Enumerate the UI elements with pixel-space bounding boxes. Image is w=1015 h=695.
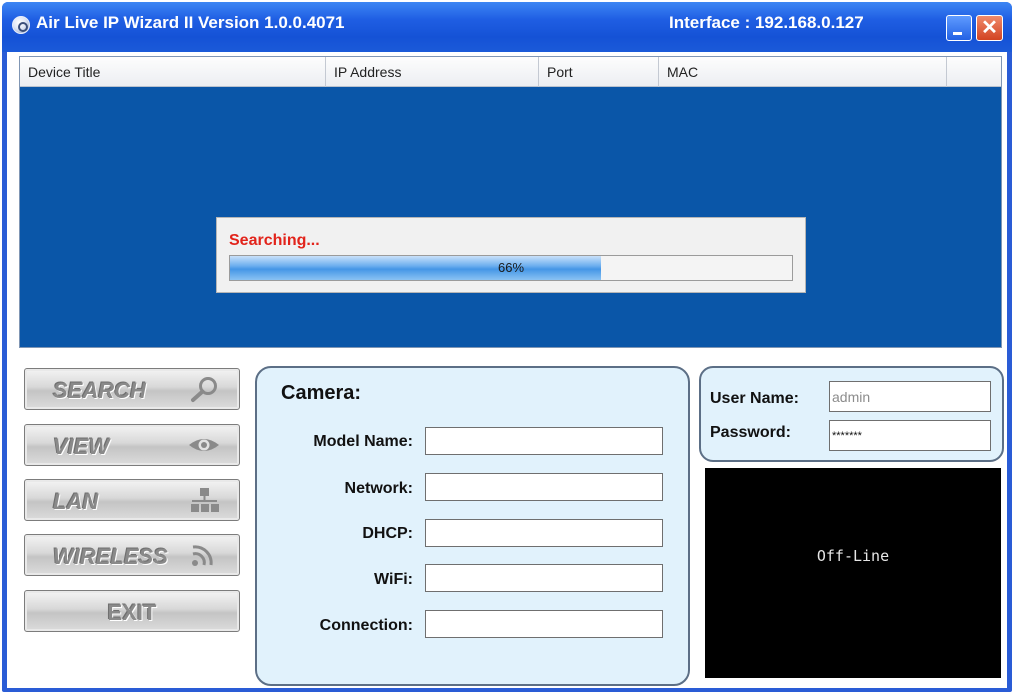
search-status-text: Searching... [229, 232, 320, 249]
password-input[interactable] [829, 420, 991, 451]
network-label: Network: [344, 480, 413, 497]
column-device-title[interactable]: Device Title [20, 57, 326, 87]
model-name-label: Model Name: [313, 433, 413, 450]
search-progress-bar: 66% [229, 255, 793, 281]
wifi-field[interactable] [425, 564, 663, 592]
wifi-signal-icon [192, 545, 213, 566]
connection-field[interactable] [425, 610, 663, 638]
title-bar[interactable]: Air Live IP Wizard II Version 1.0.0.4071… [2, 2, 1012, 52]
model-name-field[interactable] [425, 427, 663, 455]
progress-percent: 66% [497, 260, 525, 275]
interface-address: Interface : 192.168.0.127 [669, 13, 864, 32]
wireless-button[interactable]: WIRELESS [24, 534, 240, 576]
camera-lens-icon [12, 16, 30, 34]
close-icon: ✕ [981, 17, 998, 39]
video-preview: Off-Line [705, 468, 1001, 678]
column-ip-address[interactable]: IP Address [326, 57, 539, 87]
device-list[interactable]: Device Title IP Address Port MAC Searchi… [19, 56, 1002, 348]
wifi-label: WiFi: [374, 571, 413, 588]
exit-button[interactable]: EXIT [24, 590, 240, 632]
device-list-header: Device Title IP Address Port MAC [20, 57, 1001, 87]
password-label: Password: [710, 424, 791, 441]
window-title: Air Live IP Wizard II Version 1.0.0.4071 [36, 13, 345, 32]
dhcp-field[interactable] [425, 519, 663, 547]
search-progress-dialog: Searching... 66% [216, 217, 806, 293]
view-button-label: VIEW [53, 434, 110, 459]
wireless-button-label: WIRELESS [53, 544, 168, 569]
search-button[interactable]: SEARCH [24, 368, 240, 410]
minimize-button[interactable] [946, 15, 972, 41]
lan-button-label: LAN [53, 489, 99, 514]
network-field[interactable] [425, 473, 663, 501]
app-window: Air Live IP Wizard II Version 1.0.0.4071… [2, 2, 1012, 692]
search-button-label: SEARCH [53, 378, 146, 403]
lan-button[interactable]: LAN [24, 479, 240, 521]
close-button[interactable]: ✕ [976, 15, 1003, 41]
connection-label: Connection: [319, 617, 413, 634]
exit-button-label: EXIT [107, 600, 157, 625]
magnifier-icon [191, 377, 217, 402]
dhcp-label: DHCP: [362, 525, 413, 542]
column-filler [947, 57, 1001, 87]
video-status-text: Off-Line [816, 547, 890, 565]
camera-info-panel: Camera: Model Name: Network: DHCP: WiFi:… [255, 366, 690, 686]
column-port[interactable]: Port [539, 57, 659, 87]
eye-icon [189, 439, 219, 451]
login-panel: User Name: Password: [699, 366, 1004, 462]
network-icon [191, 488, 219, 512]
username-input[interactable] [829, 381, 991, 412]
view-button[interactable]: VIEW [24, 424, 240, 466]
username-label: User Name: [710, 390, 799, 407]
column-mac[interactable]: MAC [659, 57, 947, 87]
camera-panel-title: Camera: [281, 382, 362, 404]
client-area: Device Title IP Address Port MAC Searchi… [7, 52, 1007, 688]
